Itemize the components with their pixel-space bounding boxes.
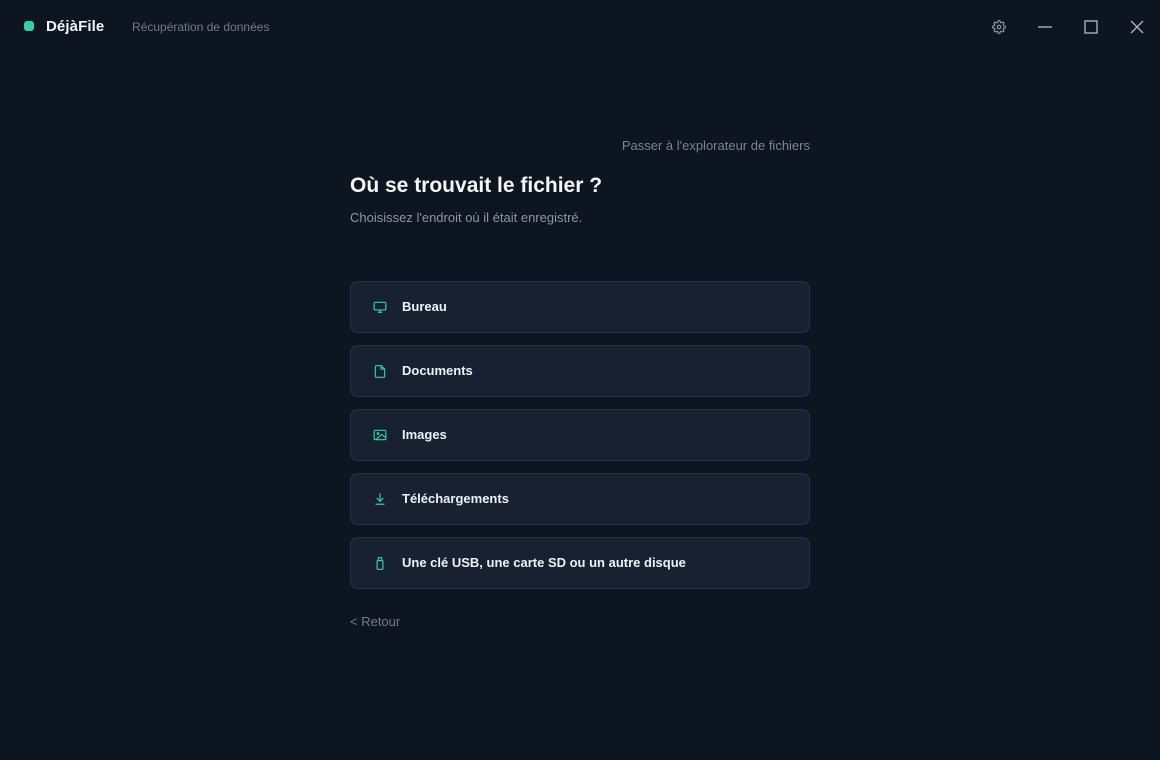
app-logo-icon bbox=[24, 21, 34, 31]
option-images[interactable]: Images bbox=[350, 409, 810, 461]
option-documents[interactable]: Documents bbox=[350, 345, 810, 397]
option-external-drive[interactable]: Une clé USB, une carte SD ou un autre di… bbox=[350, 537, 810, 589]
back-link[interactable]: < Retour bbox=[350, 614, 400, 629]
option-desktop[interactable]: Bureau bbox=[350, 281, 810, 333]
page-title: Où se trouvait le fichier ? bbox=[350, 174, 603, 197]
skip-to-file-explorer-link[interactable]: Passer à l'explorateur de fichiers bbox=[622, 138, 810, 153]
minimize-button[interactable] bbox=[1032, 14, 1058, 40]
option-label: Bureau bbox=[402, 299, 447, 314]
option-downloads[interactable]: Téléchargements bbox=[350, 473, 810, 525]
app-subtitle: Récupération de données bbox=[132, 20, 270, 34]
maximize-icon bbox=[1084, 20, 1098, 34]
gear-icon bbox=[992, 20, 1006, 34]
title-bar: DéjàFile Récupération de données bbox=[0, 0, 1160, 54]
close-icon bbox=[1130, 20, 1144, 34]
settings-button[interactable] bbox=[986, 14, 1012, 40]
minimize-icon bbox=[1038, 20, 1052, 34]
monitor-icon bbox=[372, 299, 388, 315]
app-window: DéjàFile Récupération de données Passer … bbox=[0, 0, 1160, 760]
image-icon bbox=[372, 427, 388, 443]
location-options-list: Bureau Documents Images Téléchargements … bbox=[350, 281, 810, 601]
close-button[interactable] bbox=[1124, 14, 1150, 40]
document-icon bbox=[372, 363, 388, 379]
option-label: Téléchargements bbox=[402, 491, 509, 506]
option-label: Une clé USB, une carte SD ou un autre di… bbox=[402, 555, 686, 570]
option-label: Documents bbox=[402, 363, 473, 378]
option-label: Images bbox=[402, 427, 447, 442]
app-name: DéjàFile bbox=[46, 18, 105, 35]
download-icon bbox=[372, 491, 388, 507]
maximize-button[interactable] bbox=[1078, 14, 1104, 40]
usb-drive-icon bbox=[372, 555, 388, 571]
page-subtitle: Choisissez l'endroit où il était enregis… bbox=[350, 210, 583, 225]
